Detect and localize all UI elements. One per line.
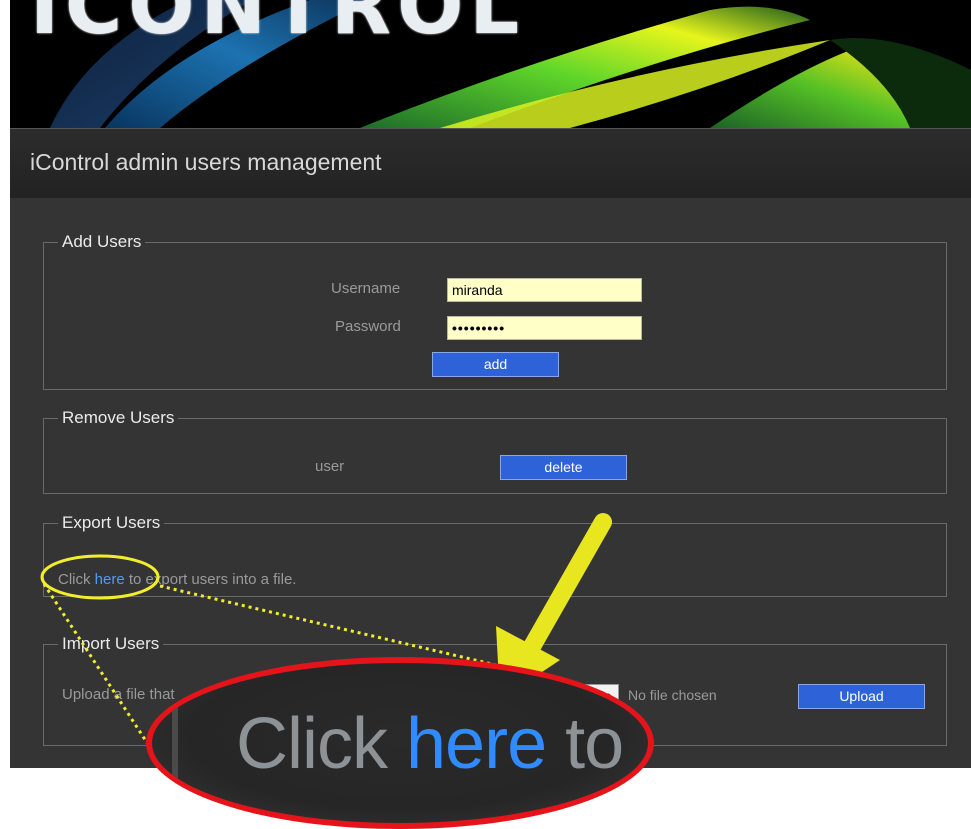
zoom-callout: Click here to	[146, 657, 654, 829]
zoom-text: Click here to	[236, 703, 624, 785]
zoom-here: here	[406, 704, 547, 784]
zoom-prefix: Click	[236, 704, 406, 784]
zoom-field-border	[172, 693, 178, 803]
zoom-suffix: to	[546, 704, 624, 784]
highlight-circle	[40, 554, 160, 600]
